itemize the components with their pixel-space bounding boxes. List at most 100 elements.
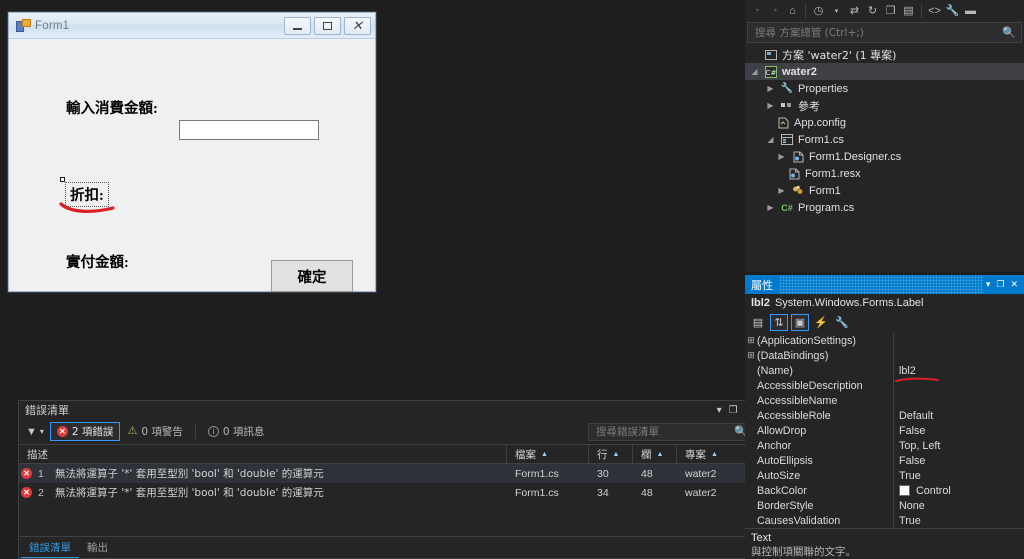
- tree-item-form1-designer-cs[interactable]: ▶ Form1.Designer.cs: [745, 148, 1024, 165]
- property-row[interactable]: CausesValidation True: [745, 513, 1024, 528]
- property-row[interactable]: AccessibleDescription: [745, 378, 1024, 393]
- property-row[interactable]: AutoEllipsis False: [745, 453, 1024, 468]
- property-value[interactable]: False: [893, 425, 1024, 437]
- close-icon[interactable]: ✕: [1007, 279, 1021, 290]
- warning-icon: ⚠: [127, 425, 138, 437]
- view-code-icon[interactable]: <>: [926, 3, 943, 20]
- tree-twisty-collapsed[interactable]: ▶: [765, 101, 776, 110]
- label-paid-amount[interactable]: 實付金額:: [66, 251, 129, 272]
- filter-caret-icon[interactable]: ▾: [40, 427, 50, 436]
- tree-twisty-collapsed[interactable]: ▶: [776, 186, 787, 195]
- solution-explorer-search[interactable]: 搜尋 方案總管 (Ctrl+;) 🔍: [747, 22, 1022, 43]
- error-list-search[interactable]: 搜尋錯誤清單 🔍: [588, 422, 753, 441]
- tree-item-form1-cs[interactable]: ◢ Form1.cs: [745, 131, 1024, 148]
- maximize-icon[interactable]: ❐: [993, 279, 1007, 290]
- property-pages-icon[interactable]: 🔧: [833, 314, 851, 331]
- maximize-button[interactable]: [314, 16, 341, 35]
- table-row[interactable]: ✕ 2 無法將運算子 '*' 套用至型別 'bool' 和 'double' 的…: [19, 483, 757, 502]
- property-value[interactable]: Default: [893, 410, 1024, 422]
- tab-error-list[interactable]: 錯誤清單: [21, 537, 79, 558]
- property-row[interactable]: AccessibleRole Default: [745, 408, 1024, 423]
- pending-changes-icon[interactable]: ◷: [810, 3, 827, 20]
- property-row[interactable]: ⊞ (DataBindings): [745, 348, 1024, 363]
- tab-output[interactable]: 輸出: [79, 537, 116, 558]
- property-name: BorderStyle: [757, 499, 814, 512]
- expander-icon[interactable]: ⊞: [745, 350, 757, 361]
- tree-twisty-collapsed[interactable]: ▶: [765, 203, 776, 212]
- property-value[interactable]: Top, Left: [893, 440, 1024, 452]
- errors-filter-button[interactable]: ✕ 2 項錯誤: [49, 422, 121, 441]
- table-row[interactable]: ✕ 1 無法將運算子 '*' 套用至型別 'bool' 和 'double' 的…: [19, 464, 757, 483]
- form-canvas[interactable]: 輸入消費金額: 折扣: 實付金額: 確定: [9, 39, 375, 292]
- property-row[interactable]: AllowDrop False: [745, 423, 1024, 438]
- properties-wrench-icon[interactable]: 🔧: [944, 3, 961, 20]
- forward-icon[interactable]: ◔: [766, 3, 783, 20]
- column-header-line[interactable]: 行 ▲: [589, 445, 633, 463]
- tree-item-program-cs[interactable]: ▶ C# Program.cs: [745, 199, 1024, 216]
- property-row-name[interactable]: (Name) lbl2: [745, 363, 1024, 382]
- tree-twisty-expanded[interactable]: ◢: [765, 135, 776, 144]
- properties-titlebar: 屬性 ▾ ❐ ✕: [745, 275, 1024, 294]
- property-value-container[interactable]: Control: [893, 485, 1024, 497]
- property-row[interactable]: AutoSize True: [745, 468, 1024, 483]
- events-icon[interactable]: ⚡: [812, 314, 830, 331]
- tree-item-label: Form1.resx: [805, 167, 861, 180]
- winforms-designer-form[interactable]: Form1 ✕ 輸入消費金額: 折扣: 實付金額: 確定: [8, 12, 376, 292]
- tree-item-solution[interactable]: 方案 'water2' (1 專案): [745, 46, 1024, 63]
- warnings-filter-button[interactable]: ⚠ 0 項警告: [120, 422, 189, 441]
- property-row[interactable]: ⊞ (ApplicationSettings): [745, 333, 1024, 348]
- tree-item-app-config[interactable]: App.config: [745, 114, 1024, 131]
- property-value[interactable]: False: [893, 455, 1024, 467]
- amount-textbox[interactable]: [179, 120, 319, 140]
- property-row[interactable]: AccessibleName: [745, 393, 1024, 408]
- sync-with-active-document-icon[interactable]: ⇄: [846, 3, 863, 20]
- property-value[interactable]: None: [893, 500, 1024, 512]
- refresh-icon[interactable]: ↻: [864, 3, 881, 20]
- home-icon[interactable]: ⌂: [784, 3, 801, 20]
- column-header-file[interactable]: 檔案 ▲: [507, 445, 589, 463]
- properties-icon[interactable]: ▣: [791, 314, 809, 331]
- properties-grid[interactable]: ⊞ (ApplicationSettings) ⊞ (DataBindings)…: [745, 333, 1024, 528]
- expander-icon[interactable]: ⊞: [745, 335, 757, 346]
- close-button[interactable]: ✕: [344, 16, 371, 35]
- search-icon: 🔍: [1002, 27, 1016, 39]
- tree-item-form1-class[interactable]: ▶ Form1: [745, 182, 1024, 199]
- tree-twisty-expanded[interactable]: ◢: [749, 67, 760, 76]
- maximize-icon[interactable]: ❐: [729, 405, 738, 416]
- alphabetical-icon[interactable]: ⇅: [770, 314, 788, 331]
- column-header-description[interactable]: 描述: [19, 445, 507, 463]
- show-all-files-icon[interactable]: ▤: [900, 3, 917, 20]
- property-row-backcolor[interactable]: BackColor Control: [745, 483, 1024, 498]
- error-column: 48: [641, 467, 653, 480]
- tree-item-references[interactable]: ▶ 參考: [745, 97, 1024, 114]
- preview-selected-items-icon[interactable]: ▬: [962, 3, 979, 20]
- collapse-all-icon[interactable]: ❐: [882, 3, 899, 20]
- property-row[interactable]: Anchor Top, Left: [745, 438, 1024, 453]
- tree-twisty-collapsed[interactable]: ▶: [776, 152, 787, 161]
- filter-icon[interactable]: ▼: [23, 426, 40, 438]
- row-number: 1: [38, 467, 44, 480]
- back-icon[interactable]: ◔: [748, 3, 765, 20]
- tree-item-properties[interactable]: ▶ 🔧 Properties: [745, 80, 1024, 97]
- label-input-amount[interactable]: 輸入消費金額:: [66, 97, 158, 118]
- warnings-filter-label: 0 項警告: [141, 426, 183, 438]
- confirm-button[interactable]: 確定: [271, 260, 353, 292]
- column-header-project[interactable]: 專案 ▲: [677, 445, 755, 463]
- categorized-icon[interactable]: ▤: [749, 314, 767, 331]
- tree-item-label: Properties: [798, 82, 849, 95]
- property-value-container[interactable]: lbl2: [893, 365, 1024, 382]
- tree-twisty-collapsed[interactable]: ▶: [765, 84, 776, 93]
- tree-item-project-water2[interactable]: ◢ C# water2: [745, 63, 1024, 80]
- column-header-column[interactable]: 欄 ▲: [633, 445, 677, 463]
- dropdown-caret-icon[interactable]: ▾: [717, 405, 722, 416]
- property-value[interactable]: True: [893, 470, 1024, 482]
- property-value[interactable]: True: [893, 515, 1024, 527]
- property-row[interactable]: BorderStyle None: [745, 498, 1024, 513]
- minimize-icon: [293, 27, 302, 30]
- dropdown-caret-icon[interactable]: ▾: [983, 279, 994, 290]
- messages-filter-button[interactable]: i 0 項訊息: [201, 422, 272, 441]
- csharp-file-icon: C#: [781, 202, 793, 213]
- tree-item-form1-resx[interactable]: Form1.resx: [745, 165, 1024, 182]
- chevron-down-icon[interactable]: ▾: [828, 3, 845, 20]
- minimize-button[interactable]: [284, 16, 311, 35]
